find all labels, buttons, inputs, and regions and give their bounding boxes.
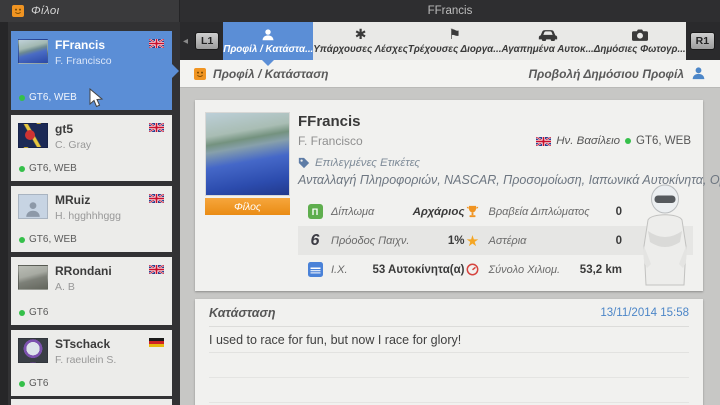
l1-shoulder-button[interactable]: L1: [195, 32, 219, 50]
friend-card-stschack[interactable]: STschack F. raeulein S. GT6: [11, 330, 172, 396]
person-icon: [691, 66, 706, 81]
tab-profile-status[interactable]: Προφίλ / Κατάστα...: [223, 22, 313, 60]
status-card: Κατάσταση 13/11/2014 15:58 I used to rac…: [195, 299, 703, 405]
flag-icon: ⚑: [448, 27, 461, 42]
r1-shoulder-button[interactable]: R1: [690, 32, 715, 50]
top-bar-left: Φίλοι: [0, 0, 180, 22]
gt6-progress-icon: 6: [307, 232, 323, 250]
status-message: I used to race for fun, but now I race f…: [209, 327, 689, 353]
tab-strip: Προφίλ / Κατάστα... ✱ Υπάρχουσες Λέσχες …: [223, 22, 685, 60]
friend-card-gt5[interactable]: gt5 C. Gray GT6, WEB: [11, 115, 172, 181]
online-dot-icon: [19, 381, 25, 387]
friend-thumbnail: [18, 338, 48, 363]
uk-flag-icon: [149, 194, 164, 203]
section-title: Φίλοι: [31, 5, 60, 17]
online-dot-icon: [19, 310, 25, 316]
main-panel: Προφίλ / Κατάσταση Προβολή Δημόσιου Προφ…: [180, 60, 720, 405]
status-empty-row: [209, 378, 689, 403]
friend-name: FFrancis: [55, 38, 105, 52]
friend-thumbnail: [18, 194, 48, 219]
gt6-community-app: Φίλοι FFrancis FFrancis F. Francisco GT6…: [0, 0, 720, 405]
status-title: Κατάσταση: [209, 306, 276, 320]
tags-label: Επιλεγμένες Ετικέτες: [298, 157, 691, 169]
friend-name: gt5: [55, 122, 73, 136]
profile-info: FFrancis F. Francisco Ην. Βασίλειο GT6, …: [298, 113, 691, 187]
friend-card-mruiz[interactable]: MRuiz H. hgghhhggg GT6, WEB: [11, 186, 172, 252]
camera-icon: [632, 27, 648, 42]
subheader: Προφίλ / Κατάσταση Προβολή Δημόσιου Προφ…: [180, 60, 720, 88]
car-icon: [538, 27, 558, 42]
friend-card-rrondani[interactable]: RRondani A. B GT6: [11, 257, 172, 325]
friend-status: GT6, WEB: [19, 163, 77, 174]
friend-status: GT6: [19, 378, 48, 389]
tabs-prev-icon[interactable]: ◂: [180, 36, 191, 47]
friends-sidebar: FFrancis F. Francisco GT6, WEB gt5 C. Gr…: [0, 22, 180, 405]
avatar-placeholder-icon: [24, 200, 42, 218]
stats-row: 6 Πρόοδος Παιχν. 1% ★ Αστέρια 0: [298, 226, 693, 255]
tab-existing-clubs[interactable]: ✱ Υπάρχουσες Λέσχες: [313, 22, 408, 60]
uk-flag-icon: [536, 137, 551, 146]
asterisk-icon: ✱: [355, 27, 367, 42]
uk-flag-icon: [149, 265, 164, 274]
friend-real-name: F. Francisco: [55, 55, 112, 67]
friend-status: GT6, WEB: [19, 92, 77, 103]
profile-photo: [205, 112, 290, 196]
stats-row: Ι.Χ. 53 Αυτοκίνητα(α) Σύνολο Χιλιομ. 53,…: [298, 255, 693, 284]
online-dot-icon: [625, 138, 631, 144]
friend-real-name: H. hgghhhggg: [55, 210, 121, 222]
profile-country: Ην. Βασίλειο: [556, 135, 620, 147]
profile-name: FFrancis: [298, 113, 691, 130]
view-public-profile-button[interactable]: Προβολή Δημόσιου Προφίλ: [528, 66, 706, 81]
trophy-icon: [465, 205, 481, 218]
friend-thumbnail: [18, 265, 48, 290]
window-title: FFrancis: [180, 0, 720, 22]
stats-row: Π Δίπλωμα Αρχάριος Βραβεία Διπλώματος 0: [298, 197, 693, 226]
status-timestamp: 13/11/2014 15:58: [600, 307, 689, 319]
license-icon: Π: [307, 204, 323, 219]
racing-driver-figure: [635, 184, 695, 287]
status-header: Κατάσταση 13/11/2014 15:58: [209, 299, 689, 327]
online-dot-icon: [19, 95, 25, 101]
friend-badge-button[interactable]: Φίλος: [205, 198, 290, 215]
friend-real-name: A. B: [55, 281, 75, 293]
tag-icon: [298, 157, 310, 169]
smiley-icon: [12, 5, 24, 17]
friend-card-partial[interactable]: [11, 399, 172, 405]
friend-name: MRuiz: [55, 193, 90, 207]
odometer-icon: [465, 263, 481, 276]
friend-status: GT6, WEB: [19, 234, 77, 245]
smiley-icon: [194, 68, 206, 80]
friend-name: STschack: [55, 337, 110, 351]
profile-real-name: F. Francisco: [298, 134, 363, 148]
status-empty-row: [209, 353, 689, 378]
uk-flag-icon: [149, 123, 164, 132]
online-dot-icon: [19, 166, 25, 172]
tab-favorite-cars[interactable]: Αγαπημένα Αυτοκ...: [501, 22, 593, 60]
profile-location: Ην. Βασίλειο GT6, WEB: [536, 135, 691, 147]
profile-online-status: GT6, WEB: [636, 135, 691, 147]
friend-thumbnail: [18, 123, 48, 148]
friend-name: RRondani: [55, 264, 112, 278]
friend-real-name: C. Gray: [55, 139, 91, 151]
tab-current-events[interactable]: ⚑ Τρέχουσες Διοργα...: [408, 22, 502, 60]
page-title: Προφίλ / Κατάσταση: [213, 67, 329, 81]
tab-public-photos[interactable]: Δημόσιες Φωτογρ...: [594, 22, 686, 60]
garage-icon: [307, 262, 323, 277]
uk-flag-icon: [149, 39, 164, 48]
friend-thumbnail: [18, 39, 48, 64]
online-dot-icon: [19, 237, 25, 243]
star-icon: ★: [465, 232, 481, 250]
person-icon: [261, 27, 275, 42]
tab-bar: ◂ L1 Προφίλ / Κατάστα... ✱ Υπάρχουσες Λέ…: [180, 22, 720, 60]
stats-table: Π Δίπλωμα Αρχάριος Βραβεία Διπλώματος 0 …: [298, 197, 693, 284]
friend-real-name: F. raeulein S.: [55, 354, 116, 366]
friend-card-ffrancis[interactable]: FFrancis F. Francisco GT6, WEB: [11, 31, 172, 110]
selected-tags: Ανταλλαγή Πληροφοριών, NASCAR, Προσομοίω…: [298, 173, 691, 187]
germany-flag-icon: [149, 338, 164, 347]
top-bar: Φίλοι FFrancis: [0, 0, 720, 22]
profile-card: Φίλος FFrancis F. Francisco Ην. Βασίλειο…: [195, 100, 703, 291]
content-area: Φίλος FFrancis F. Francisco Ην. Βασίλειο…: [180, 88, 720, 405]
friend-status: GT6: [19, 307, 48, 318]
